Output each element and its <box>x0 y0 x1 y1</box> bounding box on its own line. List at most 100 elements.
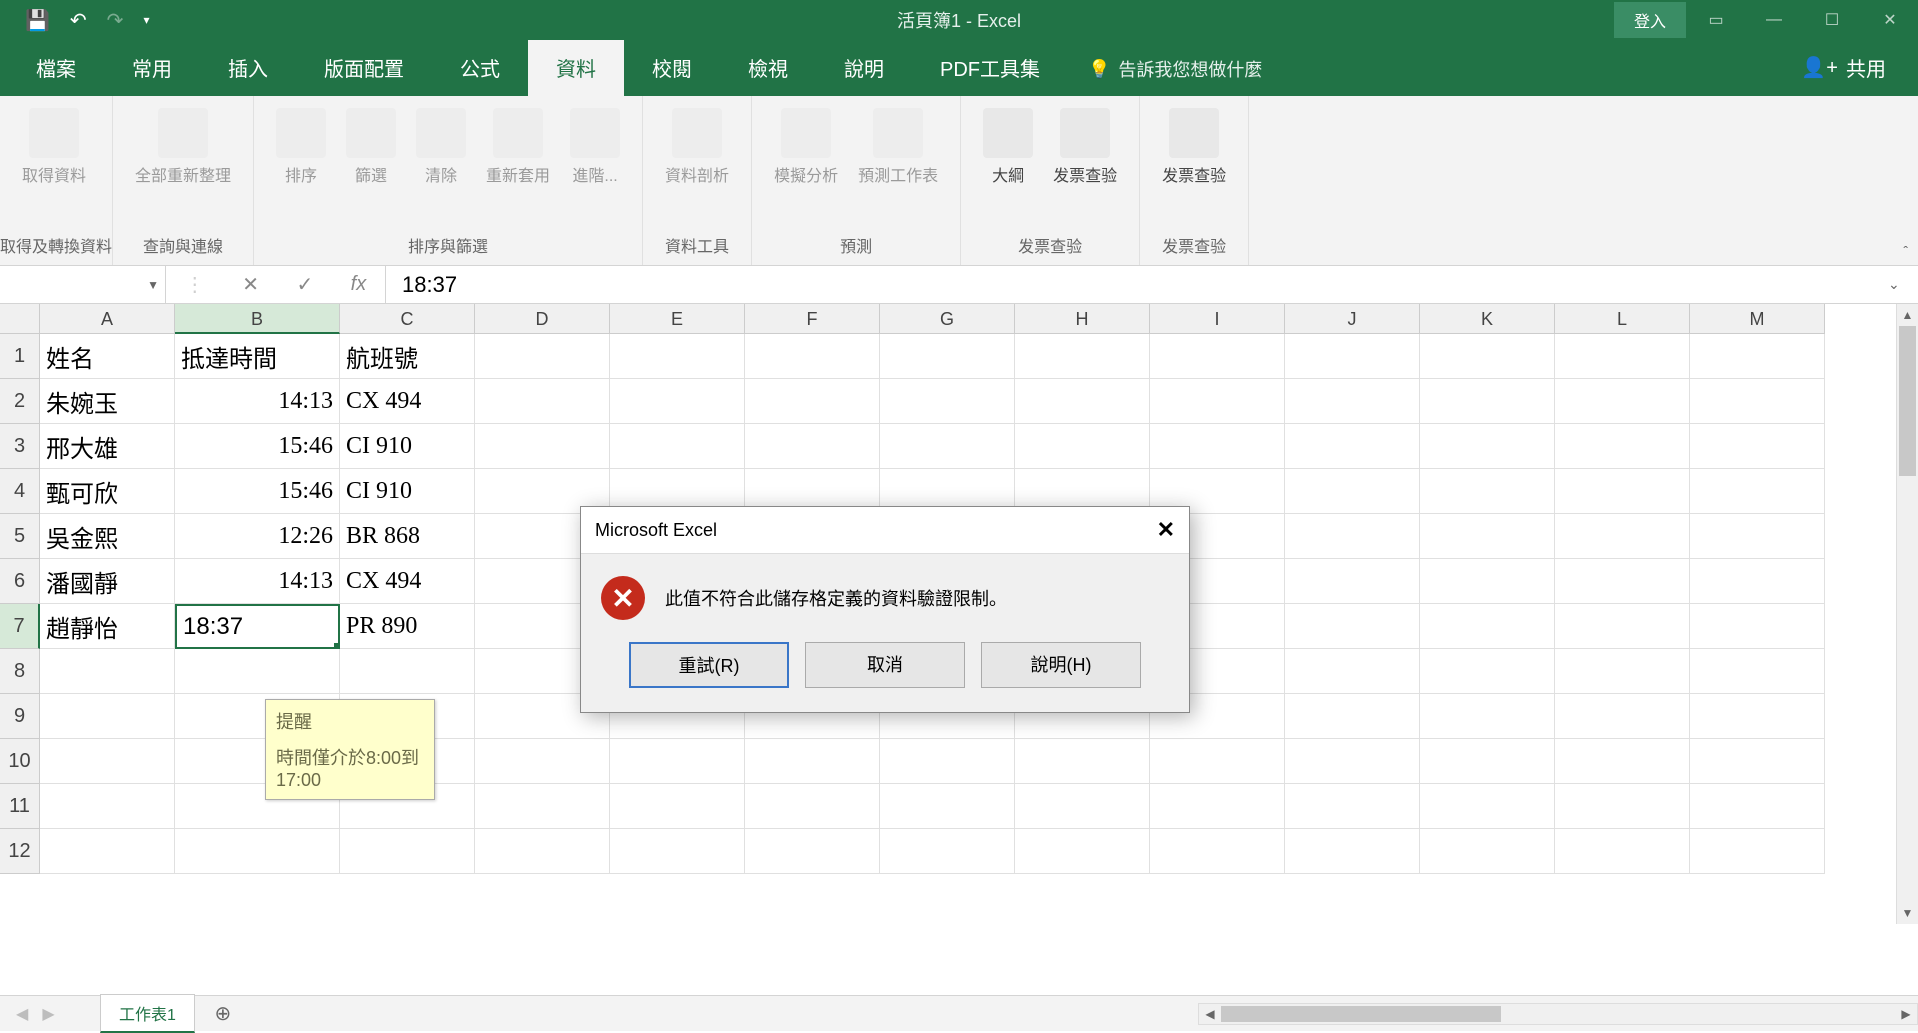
cell[interactable] <box>1285 784 1420 829</box>
cell[interactable] <box>1690 424 1825 469</box>
cell[interactable]: CI 910 <box>340 469 475 514</box>
column-header[interactable]: B <box>175 304 340 334</box>
cell[interactable]: 朱婉玉 <box>40 379 175 424</box>
row-header[interactable]: 6 <box>0 559 40 604</box>
cell[interactable] <box>745 784 880 829</box>
cell[interactable]: CX 494 <box>340 379 475 424</box>
row-header[interactable]: 5 <box>0 514 40 559</box>
share-button[interactable]: 👤+ 共用 <box>1777 39 1910 96</box>
cell[interactable] <box>610 739 745 784</box>
scroll-right-icon[interactable]: ▶ <box>1895 1004 1917 1024</box>
sheet-nav[interactable]: ◀ ▶ <box>0 1004 100 1024</box>
vertical-scrollbar[interactable]: ▲ ▼ <box>1896 304 1918 924</box>
cell[interactable] <box>1420 424 1555 469</box>
cell[interactable] <box>175 829 340 874</box>
column-header[interactable]: J <box>1285 304 1420 334</box>
cell[interactable] <box>610 424 745 469</box>
maximize-icon[interactable]: ☐ <box>1804 0 1860 40</box>
cell[interactable] <box>880 829 1015 874</box>
cell[interactable] <box>1150 334 1285 379</box>
cell[interactable] <box>610 829 745 874</box>
cell[interactable]: CX 494 <box>340 559 475 604</box>
ribbon-collapse-icon[interactable]: ˆ <box>1903 243 1908 259</box>
row-header[interactable]: 1 <box>0 334 40 379</box>
column-header[interactable]: F <box>745 304 880 334</box>
undo-icon[interactable]: ↶ <box>70 8 87 33</box>
formula-input[interactable]: 18:37 <box>386 266 1888 303</box>
cell[interactable] <box>340 649 475 694</box>
cell[interactable] <box>880 739 1015 784</box>
column-header[interactable]: K <box>1420 304 1555 334</box>
cell[interactable] <box>40 784 175 829</box>
cell[interactable] <box>1285 379 1420 424</box>
qat-dropdown-icon[interactable]: ▾ <box>143 13 149 27</box>
row-header[interactable]: 9 <box>0 694 40 739</box>
cell[interactable] <box>1015 334 1150 379</box>
cell[interactable] <box>1555 379 1690 424</box>
cell[interactable] <box>745 829 880 874</box>
scroll-down-icon[interactable]: ▼ <box>1897 902 1918 924</box>
cell[interactable]: 15:46 <box>175 424 340 469</box>
menu-tab-檔案[interactable]: 檔案 <box>8 39 104 96</box>
cell[interactable]: 12:26 <box>175 514 340 559</box>
cell[interactable] <box>1420 694 1555 739</box>
cell[interactable] <box>1015 739 1150 784</box>
cell[interactable] <box>1015 424 1150 469</box>
cell[interactable]: 18:37 <box>175 604 340 649</box>
cell[interactable] <box>1555 739 1690 784</box>
ribbon-item[interactable]: 篩選 <box>336 104 406 190</box>
cell[interactable] <box>1420 784 1555 829</box>
cell[interactable] <box>1555 424 1690 469</box>
column-header[interactable]: L <box>1555 304 1690 334</box>
cell[interactable] <box>1150 424 1285 469</box>
row-header[interactable]: 7 <box>0 604 40 649</box>
cell[interactable]: 抵達時間 <box>175 334 340 379</box>
column-header[interactable]: D <box>475 304 610 334</box>
cell[interactable] <box>1555 829 1690 874</box>
cell[interactable] <box>475 334 610 379</box>
scroll-up-icon[interactable]: ▲ <box>1897 304 1918 326</box>
cell[interactable] <box>1285 334 1420 379</box>
cell[interactable]: 姓名 <box>40 334 175 379</box>
cell[interactable] <box>610 379 745 424</box>
cell[interactable]: 趙靜怡 <box>40 604 175 649</box>
cell[interactable] <box>1555 784 1690 829</box>
cell[interactable] <box>1690 739 1825 784</box>
cell[interactable] <box>1420 559 1555 604</box>
menu-tab-公式[interactable]: 公式 <box>432 39 528 96</box>
cell[interactable] <box>1420 334 1555 379</box>
column-header[interactable]: A <box>40 304 175 334</box>
cell[interactable] <box>745 739 880 784</box>
retry-button[interactable]: 重試(R) <box>629 642 789 688</box>
ribbon-item[interactable]: 取得資料 <box>12 104 96 190</box>
cell[interactable] <box>880 334 1015 379</box>
row-header[interactable]: 12 <box>0 829 40 874</box>
ribbon-item[interactable]: 清除 <box>406 104 476 190</box>
tell-me[interactable]: 💡 告訴我您想做什麼 <box>1068 42 1282 96</box>
help-button[interactable]: 說明(H) <box>981 642 1141 688</box>
cell[interactable] <box>1690 784 1825 829</box>
cell[interactable] <box>475 424 610 469</box>
cell[interactable] <box>1285 514 1420 559</box>
name-box-dropdown-icon[interactable]: ▼ <box>147 278 159 292</box>
cancel-button[interactable]: 取消 <box>805 642 965 688</box>
menu-tab-資料[interactable]: 資料 <box>528 39 624 96</box>
row-header[interactable]: 4 <box>0 469 40 514</box>
formula-expand-icon[interactable]: ⌄ <box>1888 276 1918 293</box>
menu-tab-校閱[interactable]: 校閱 <box>624 39 720 96</box>
cell[interactable] <box>1555 649 1690 694</box>
ribbon-item[interactable]: 模擬分析 <box>764 104 848 190</box>
cell[interactable] <box>1285 829 1420 874</box>
ribbon-item[interactable]: 发票查验 <box>1043 104 1127 190</box>
cell[interactable] <box>1420 379 1555 424</box>
menu-tab-插入[interactable]: 插入 <box>200 39 296 96</box>
cell[interactable]: 甄可欣 <box>40 469 175 514</box>
column-header[interactable]: M <box>1690 304 1825 334</box>
cell[interactable] <box>1285 424 1420 469</box>
cell[interactable] <box>1420 604 1555 649</box>
cell[interactable] <box>40 829 175 874</box>
cell[interactable] <box>1555 469 1690 514</box>
row-header[interactable]: 10 <box>0 739 40 784</box>
close-icon[interactable]: ✕ <box>1862 0 1918 40</box>
column-header[interactable]: G <box>880 304 1015 334</box>
